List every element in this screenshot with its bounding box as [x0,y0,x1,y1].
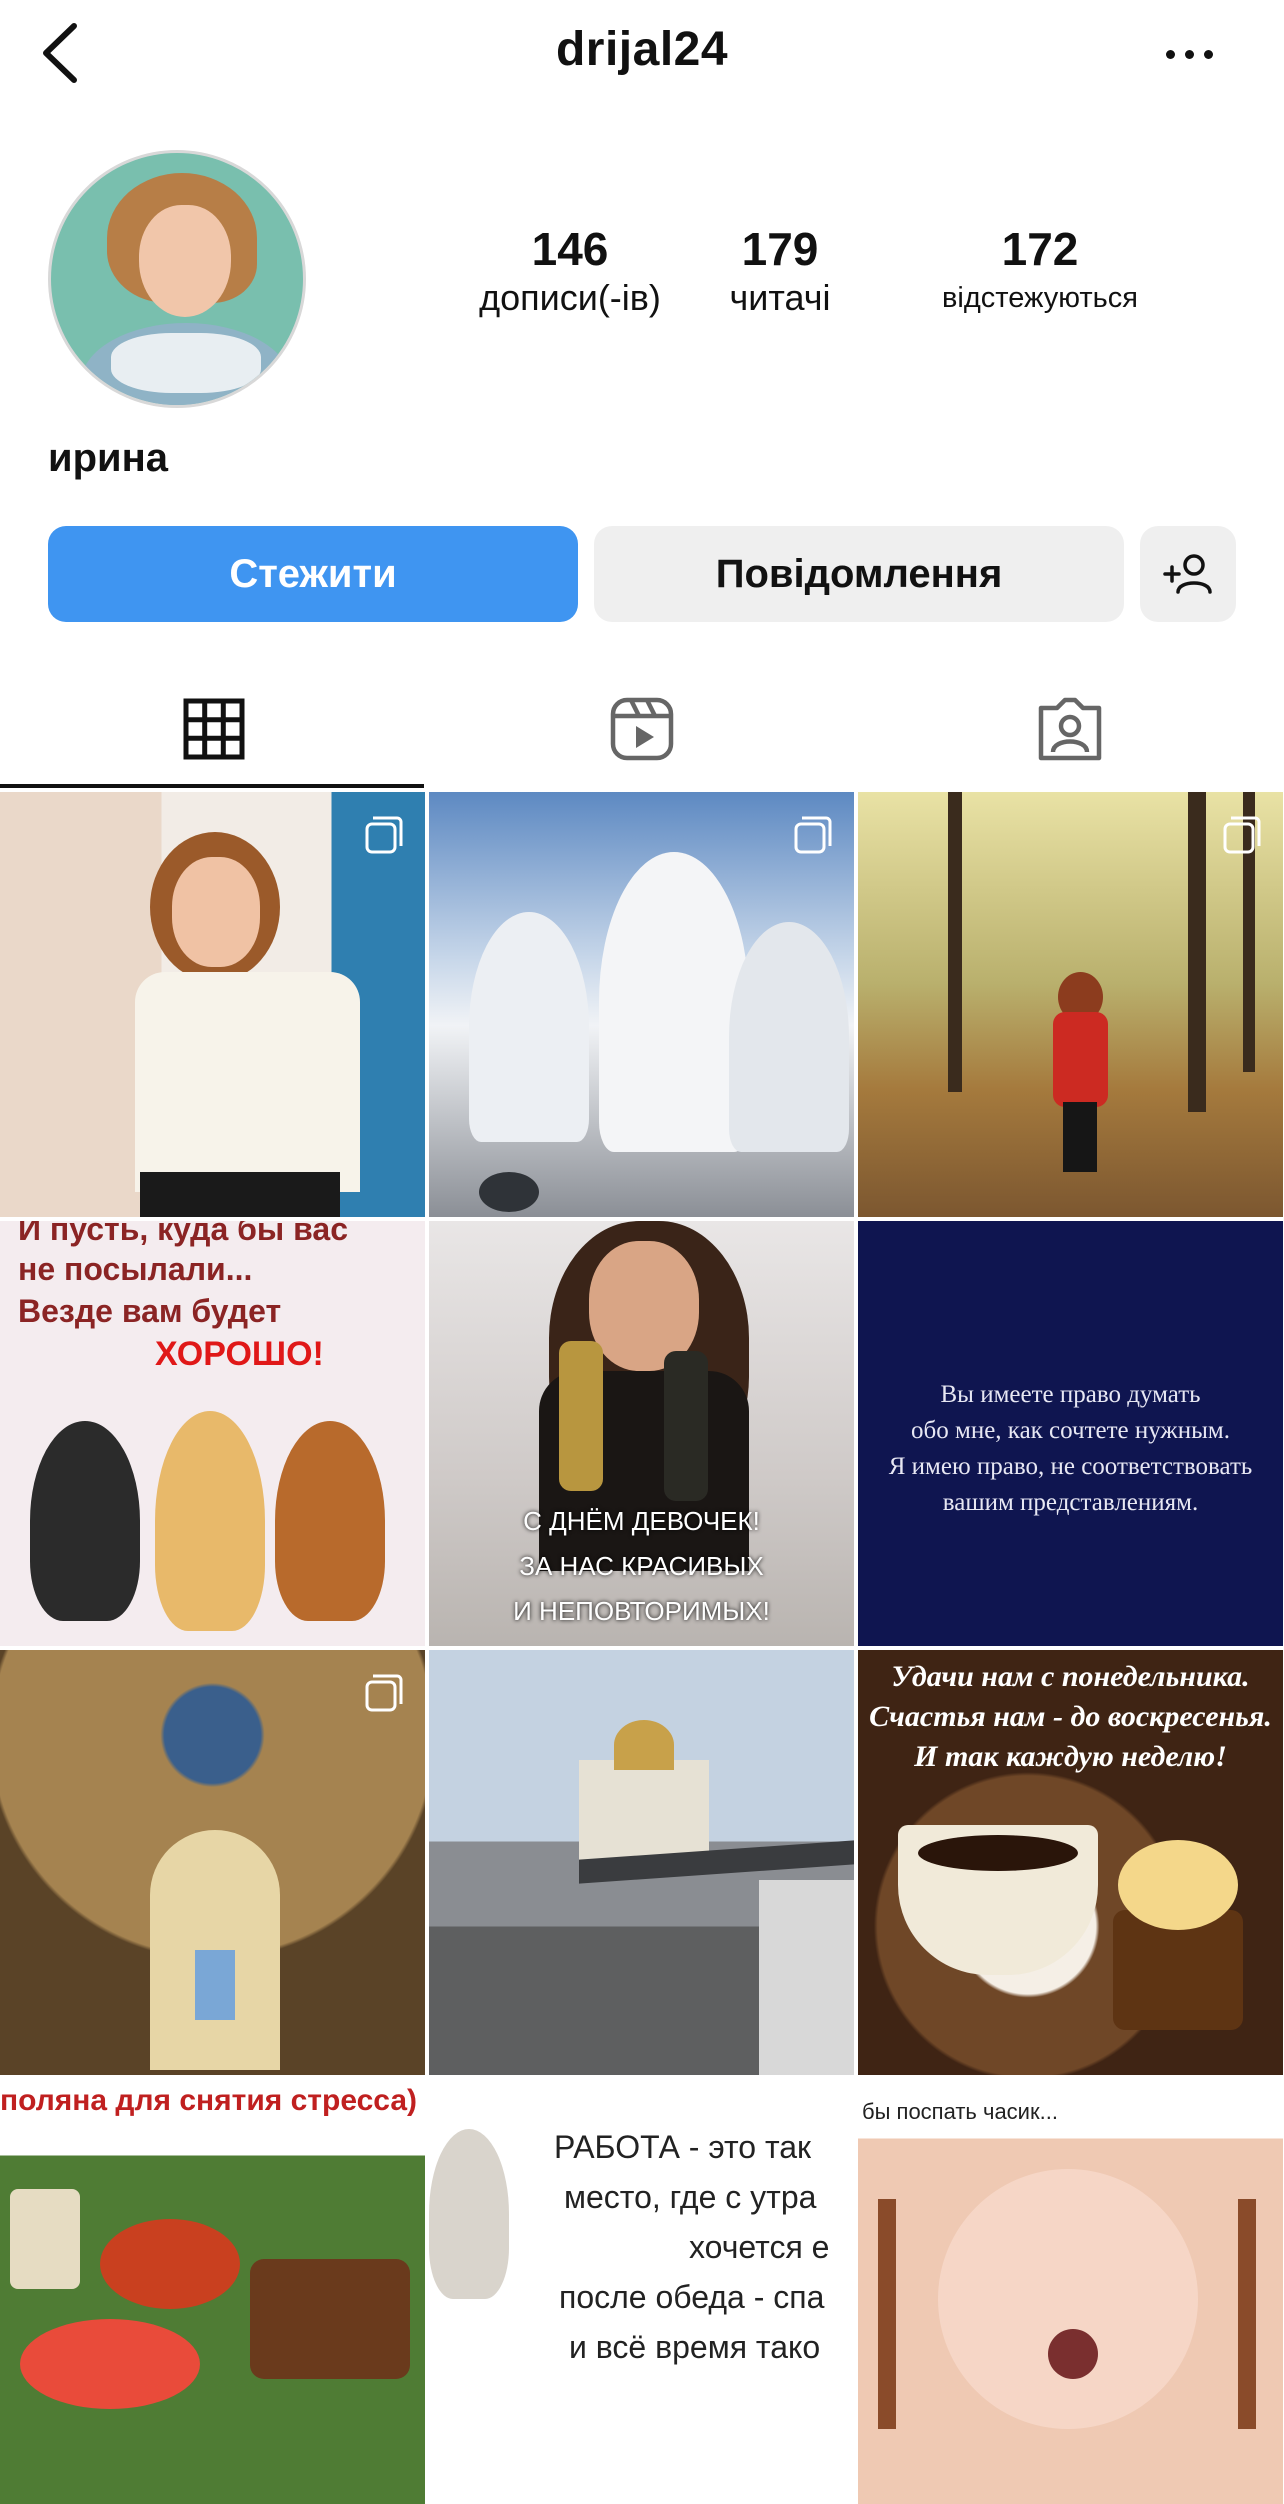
multi-post-icon [794,816,832,854]
post-thumbnail[interactable]: РАБОТА - это так место, где с утра хочет… [429,2079,854,2504]
suggested-people-button[interactable] [1140,526,1236,622]
post-thumbnail[interactable] [429,1650,854,2075]
tab-tagged[interactable] [856,666,1284,792]
posts-count[interactable]: 146 дописи(-ів) [450,222,690,320]
grid-icon [183,698,245,760]
post-thumbnail[interactable] [429,792,854,1217]
post-thumbnail[interactable] [858,792,1283,1217]
multi-post-icon [365,816,403,854]
followers-count[interactable]: 179 читачі [700,222,860,320]
more-options-button[interactable] [1154,30,1224,78]
tagged-icon [1038,697,1102,761]
post-thumbnail[interactable]: И пусть, куда бы вас не посылали... Везд… [0,1221,425,1646]
following-count[interactable]: 172 відстежуються [895,222,1185,320]
profile-username: drijal24 [555,23,729,76]
follow-button[interactable]: Стежити [48,526,578,622]
avatar[interactable] [48,150,306,408]
profile-full-name: ирина [48,436,169,480]
add-person-icon [1163,554,1212,594]
post-thumbnail[interactable]: Вы имеете право думать обо мне, как сочт… [858,1221,1283,1646]
post-thumbnail[interactable] [0,1650,425,2075]
posts-grid: И пусть, куда бы вас не посылали... Везд… [0,792,1284,2504]
post-thumbnail[interactable] [0,792,425,1217]
profile-tabs [0,666,1284,792]
post-thumbnail[interactable]: поляна для снятия стресса) [0,2079,425,2504]
message-button[interactable]: Повідомлення [594,526,1124,622]
post-thumbnail[interactable]: С ДНЁМ ДЕВОЧЕК! ЗА НАС КРАСИВЫХ И НЕПОВТ… [429,1221,854,1646]
top-bar: drijal24 [0,0,1284,110]
multi-post-icon [365,1674,403,1712]
tab-posts-grid[interactable] [0,666,428,792]
post-thumbnail[interactable]: Удачи нам с понедельника. Счастья нам - … [858,1650,1283,2075]
more-dots-icon [1165,49,1175,59]
multi-post-icon [1223,816,1261,854]
tab-reels[interactable] [428,666,856,792]
reels-icon [610,697,674,761]
profile-stats: 146 дописи(-ів) 179 читачі 172 відстежую… [450,222,1210,332]
active-tab-indicator [0,784,424,788]
post-thumbnail[interactable]: бы поспать часик... [858,2079,1283,2504]
